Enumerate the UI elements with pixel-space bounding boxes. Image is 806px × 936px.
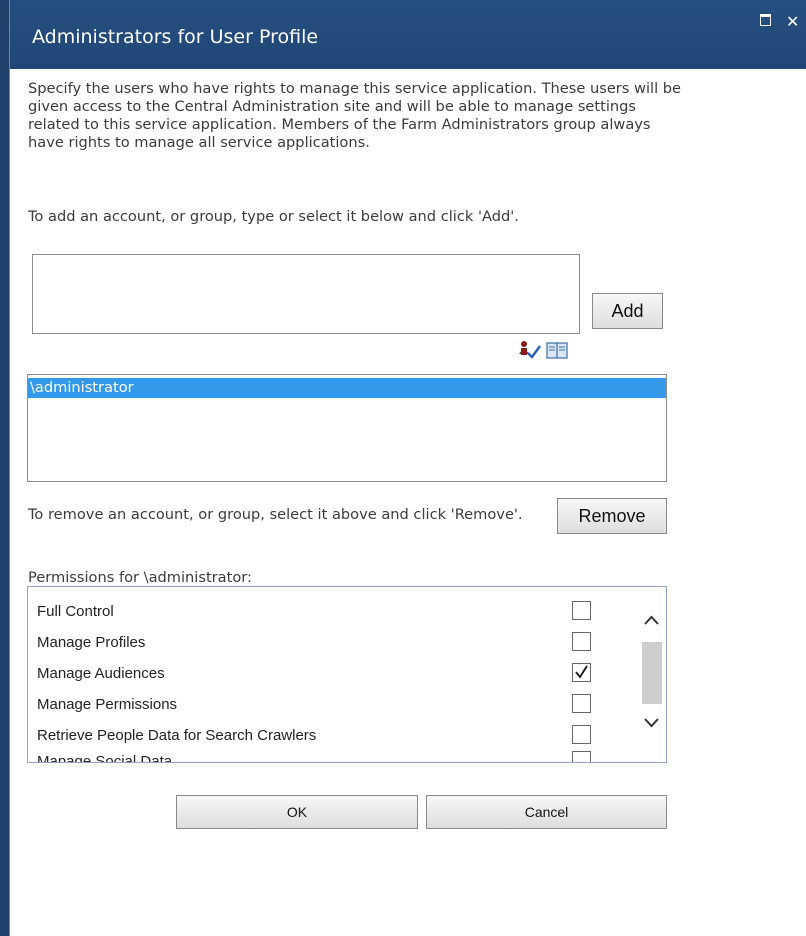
close-icon[interactable]: ✕ [786,14,799,30]
ok-button[interactable]: OK [176,795,418,829]
remove-instruction: To remove an account, or group, select i… [28,506,523,523]
permission-checkbox[interactable] [572,601,591,620]
cancel-button[interactable]: Cancel [426,795,667,829]
permission-row-manage-permissions: Manage Permissions [28,690,628,720]
administrator-list-item[interactable]: \administrator [28,378,666,398]
dialog-titlebar: Administrators for User Profile ✕ [10,0,806,69]
permission-name: Full Control [37,603,114,620]
permissions-label: Permissions for \administrator: [28,569,252,586]
permission-name: Manage Profiles [37,634,146,651]
permission-checkbox-checked[interactable] [572,663,591,682]
check-names-icon[interactable] [518,340,542,360]
maximize-icon[interactable] [760,14,771,26]
description-text: Specify the users who have rights to man… [28,80,682,151]
permission-row-manage-audiences: Manage Audiences [28,659,628,689]
permission-name: Manage Audiences [37,665,165,682]
administrators-list[interactable]: \administrator [27,374,667,482]
permission-name: Manage Social Data [37,753,173,763]
permission-row-manage-social-data: Manage Social Data [28,747,628,763]
page-left-edge [0,0,10,936]
permission-name: Manage Permissions [37,696,178,713]
permissions-list[interactable]: Full Control Manage Profiles Manage Audi… [27,586,667,763]
people-picker-input[interactable] [32,254,580,334]
permission-checkbox[interactable] [572,632,591,651]
remove-button[interactable]: Remove [557,498,667,534]
dialog-title: Administrators for User Profile [32,26,319,48]
permission-checkbox[interactable] [572,751,591,762]
browse-address-book-icon[interactable] [546,342,568,359]
chevron-up-icon[interactable] [637,609,666,633]
permission-name: Retrieve People Data for Search Crawlers [37,727,317,744]
permission-row-manage-profiles: Manage Profiles [28,628,628,658]
permissions-scrollbar[interactable] [637,587,666,762]
permission-row-full-control: Full Control [28,597,628,627]
scrollbar-thumb[interactable] [642,642,662,704]
permission-checkbox[interactable] [572,725,591,744]
chevron-down-icon[interactable] [637,711,666,735]
permission-checkbox[interactable] [572,694,591,713]
add-button[interactable]: Add [592,293,663,329]
add-instruction: To add an account, or group, type or sel… [28,208,519,225]
